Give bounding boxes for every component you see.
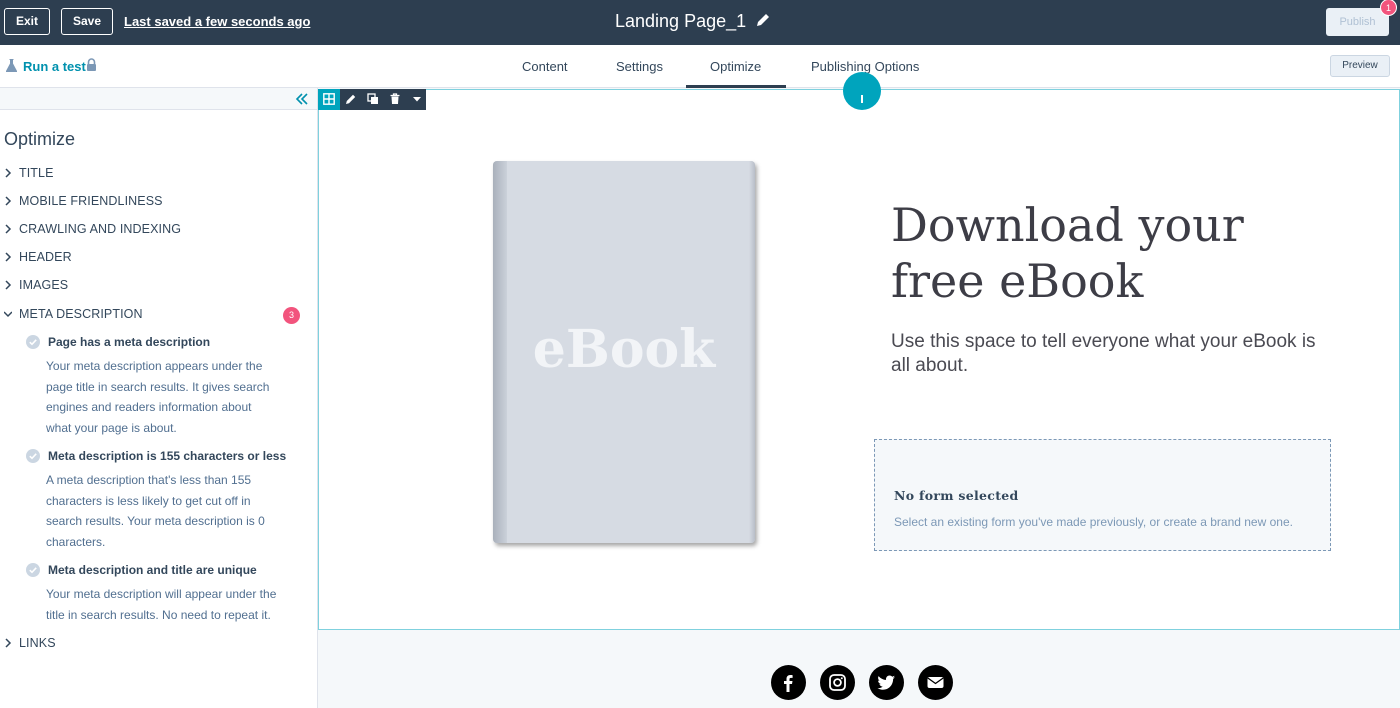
chevron-right-icon: [5, 224, 12, 234]
selected-module[interactable]: eBook Download your free eBook Use this …: [318, 89, 1400, 630]
page-title: Landing Page_1: [615, 11, 747, 31]
section-links[interactable]: LINKS: [4, 635, 304, 653]
tab-content[interactable]: Content: [522, 59, 568, 74]
caret-down-icon: [413, 97, 421, 102]
section-crawling-and-indexing[interactable]: CRAWLING AND INDEXING: [4, 221, 304, 239]
section-label: MOBILE FRIENDLINESS: [19, 194, 163, 208]
issue-count-badge: 3: [283, 307, 300, 324]
facebook-link[interactable]: [771, 665, 806, 700]
lock-icon: [87, 58, 96, 71]
headline[interactable]: Download your free eBook: [891, 197, 1331, 309]
chevron-right-icon: [5, 252, 12, 262]
run-a-test-link[interactable]: Run a test: [23, 59, 86, 74]
email-link[interactable]: [918, 665, 953, 700]
publish-notification-badge: 1: [1380, 0, 1397, 16]
form-placeholder[interactable]: No form selected Select an existing form…: [874, 439, 1331, 551]
check-circle-icon: [26, 449, 40, 463]
email-icon: [927, 677, 944, 688]
book-cover-text: eBook: [532, 319, 716, 380]
section-mobile-friendliness[interactable]: MOBILE FRIENDLINESS: [4, 193, 304, 211]
top-bar: Exit Save Last saved a few seconds ago L…: [0, 0, 1400, 45]
delete-module-button[interactable]: [384, 89, 406, 110]
ebook-cover-image[interactable]: eBook: [493, 161, 755, 543]
check-circle-icon: [26, 563, 40, 577]
rule-title: Meta description and title are unique: [48, 563, 257, 577]
check-circle-icon: [26, 335, 40, 349]
chevron-down-icon: [4, 311, 12, 318]
form-placeholder-description: Select an existing form you've made prev…: [894, 515, 1293, 529]
rule-description: Your meta description will appear under …: [46, 587, 277, 622]
pencil-icon: [346, 94, 356, 104]
facebook-icon: [784, 675, 793, 692]
page-canvas: eBook Download your free eBook Use this …: [318, 72, 1400, 708]
section-label: HEADER: [19, 250, 72, 264]
preview-button[interactable]: Preview: [1330, 55, 1390, 77]
rule-title: Meta description is 155 characters or le…: [48, 449, 287, 463]
last-saved-link[interactable]: Last saved a few seconds ago: [124, 14, 310, 29]
section-header[interactable]: HEADER: [4, 249, 304, 267]
module-toolbar: [318, 89, 426, 110]
layout-icon: [323, 93, 335, 105]
sidebar-header: [0, 88, 317, 110]
chevron-right-icon: [5, 196, 12, 206]
section-label: TITLE: [19, 166, 54, 180]
section-label: LINKS: [19, 636, 56, 650]
rule-title: Page has a meta description: [48, 335, 211, 349]
sidebar-title: Optimize: [4, 129, 76, 149]
instagram-icon: [829, 674, 846, 691]
collapse-sidebar-icon[interactable]: [295, 92, 309, 106]
rule-description: Your meta description appears under the …: [46, 359, 270, 435]
exit-button[interactable]: Exit: [4, 8, 50, 35]
add-module-button[interactable]: [843, 72, 881, 110]
publish-button[interactable]: Publish: [1326, 8, 1389, 36]
subheading-text[interactable]: Use this space to tell everyone what you…: [891, 330, 1331, 378]
save-button[interactable]: Save: [61, 8, 113, 35]
module-options-dropdown[interactable]: [406, 89, 426, 110]
chevron-right-icon: [5, 638, 12, 648]
tab-settings[interactable]: Settings: [616, 59, 663, 74]
chevron-right-icon: [5, 168, 12, 178]
chevron-right-icon: [5, 280, 12, 290]
form-placeholder-title: No form selected: [894, 488, 1019, 503]
section-label: CRAWLING AND INDEXING: [19, 222, 182, 236]
tab-optimize[interactable]: Optimize: [710, 59, 761, 74]
clone-icon: [367, 93, 378, 104]
layout-button[interactable]: [318, 89, 340, 110]
twitter-link[interactable]: [869, 665, 904, 700]
section-images[interactable]: IMAGES: [4, 277, 304, 295]
twitter-icon: [877, 675, 895, 690]
trash-icon: [390, 93, 400, 104]
flask-icon: [6, 59, 17, 72]
pencil-icon[interactable]: [755, 12, 771, 28]
section-label: IMAGES: [19, 278, 69, 292]
edit-module-button[interactable]: [340, 89, 362, 110]
clone-module-button[interactable]: [362, 89, 384, 110]
rule-description: A meta description that's less than 155 …: [46, 473, 265, 549]
section-title[interactable]: TITLE: [4, 165, 304, 183]
editor-tab-bar: Run a test Content Settings Optimize Pub…: [0, 45, 1400, 88]
section-meta-description[interactable]: META DESCRIPTION: [4, 306, 304, 324]
optimize-sidebar: Optimize TITLE MOBILE FRIENDLINESS CRAWL…: [0, 88, 318, 708]
section-label: META DESCRIPTION: [19, 307, 143, 321]
instagram-link[interactable]: [820, 665, 855, 700]
